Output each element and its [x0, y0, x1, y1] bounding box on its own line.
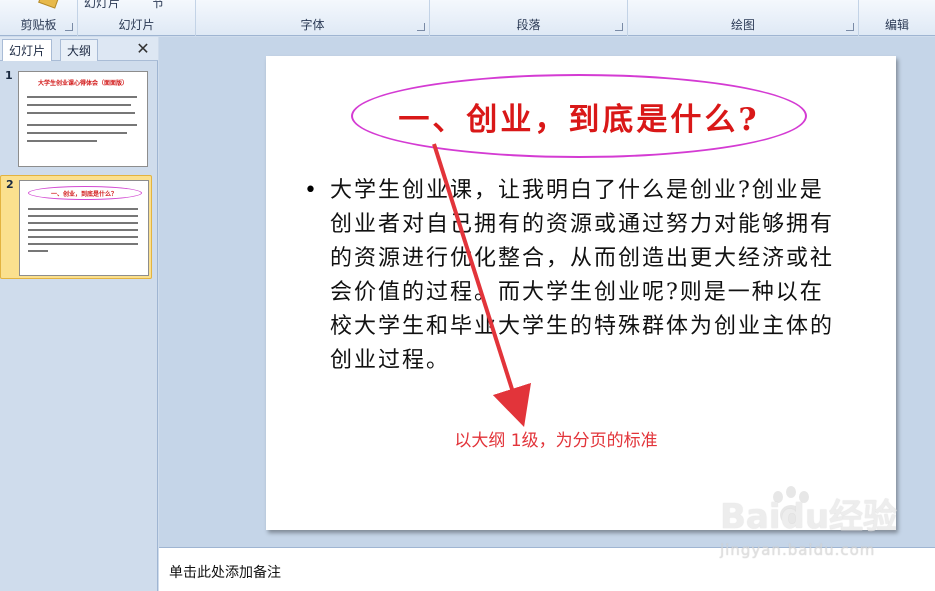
ribbon-group-font: 字体	[196, 0, 430, 36]
watermark-url: jingyan.baidu.com	[720, 541, 876, 559]
ribbon-group-clipboard: 剪贴板	[0, 0, 78, 36]
thumbnail-text-line	[27, 132, 127, 134]
group-label-font: 字体	[300, 18, 325, 32]
notes-placeholder[interactable]: 单击此处添加备注	[169, 562, 281, 582]
thumbnail-text-line	[27, 112, 135, 114]
ribbon-group-slides: 幻灯片 节 幻灯片	[78, 0, 196, 36]
thumbnail-text-line	[28, 222, 138, 224]
slide[interactable]: 一、创业，到底是什么? • 大学生创业课，让我明白了什么是创业?创业是创业者对自…	[266, 56, 896, 530]
annotation-text: 以大纲 1级，为分页的标准	[454, 431, 658, 451]
thumbnail-text-line	[28, 208, 138, 210]
thumbnail-text-line	[27, 140, 97, 142]
thumbnail-text-line	[27, 104, 131, 106]
watermark-brand: Baidu经验	[720, 497, 898, 537]
baidu-watermark-logo: Baidu经验 jingyan.baidu.com	[720, 486, 900, 571]
paragraph-launcher-icon[interactable]	[615, 23, 623, 31]
thumbnail-text-line	[28, 243, 138, 245]
thumbnail-text-line	[28, 250, 48, 252]
slide-number: 1	[5, 69, 13, 82]
group-label-drawing: 绘图	[730, 18, 755, 32]
group-label-slides: 幻灯片	[118, 18, 155, 32]
tab-outline[interactable]: 大纲	[60, 39, 99, 61]
ribbon-group-drawing: 绘图	[628, 0, 859, 36]
font-launcher-icon[interactable]	[417, 23, 425, 31]
slide-title[interactable]: 一、创业，到底是什么?	[351, 94, 807, 139]
slide-number: 2	[6, 178, 14, 191]
slide-body-text[interactable]: 大学生创业课，让我明白了什么是创业?创业是创业者对自己拥有的资源或通过努力对能够…	[330, 174, 840, 378]
ribbon-group-editing: 编辑	[859, 0, 935, 36]
group-label-paragraph: 段落	[516, 18, 541, 32]
section-button[interactable]: 节	[152, 0, 164, 11]
clipboard-launcher-icon[interactable]	[65, 23, 73, 31]
tab-slides[interactable]: 幻灯片	[2, 39, 53, 61]
group-label-editing: 编辑	[884, 18, 909, 32]
thumbnail-text-line	[28, 236, 138, 238]
thumbnail-title: 一、创业，到底是什么？	[50, 191, 117, 198]
thumbnail-text-line	[28, 215, 138, 217]
ribbon-group-paragraph: 段落	[430, 0, 628, 36]
thumbnail-text-line	[27, 124, 137, 126]
slide-thumbnail-2[interactable]: 2 一、创业，到底是什么？	[0, 175, 152, 279]
thumbnail-text-line	[28, 229, 138, 231]
slide-editing-area: 一、创业，到底是什么? • 大学生创业课，让我明白了什么是创业?创业是创业者对自…	[159, 37, 935, 547]
thumbnail-preview: 一、创业，到底是什么？	[19, 180, 149, 276]
bullet-marker: •	[304, 178, 317, 203]
drawing-launcher-icon[interactable]	[846, 23, 854, 31]
thumbnail-preview: 大学生创业课心得体会（面面版）	[18, 71, 148, 167]
pane-tabs: 幻灯片 大纲 ✕	[0, 37, 158, 61]
ribbon: 剪贴板 幻灯片 节 幻灯片 字体 段落 绘图 编辑	[0, 0, 935, 36]
slides-pane: 幻灯片 大纲 ✕ 1 大学生创业课心得体会（面面版） 2 一、创业，到底是什么？	[0, 37, 158, 591]
thumbnail-title: 大学生创业课心得体会（面面版）	[37, 80, 128, 87]
thumbnail-text-line	[27, 96, 137, 98]
new-slide-button[interactable]: 幻灯片	[84, 0, 120, 11]
paste-icon[interactable]	[38, 0, 60, 9]
slide-thumbnail-1[interactable]: 1 大学生创业课心得体会（面面版）	[0, 67, 152, 171]
close-icon[interactable]: ✕	[134, 40, 152, 58]
